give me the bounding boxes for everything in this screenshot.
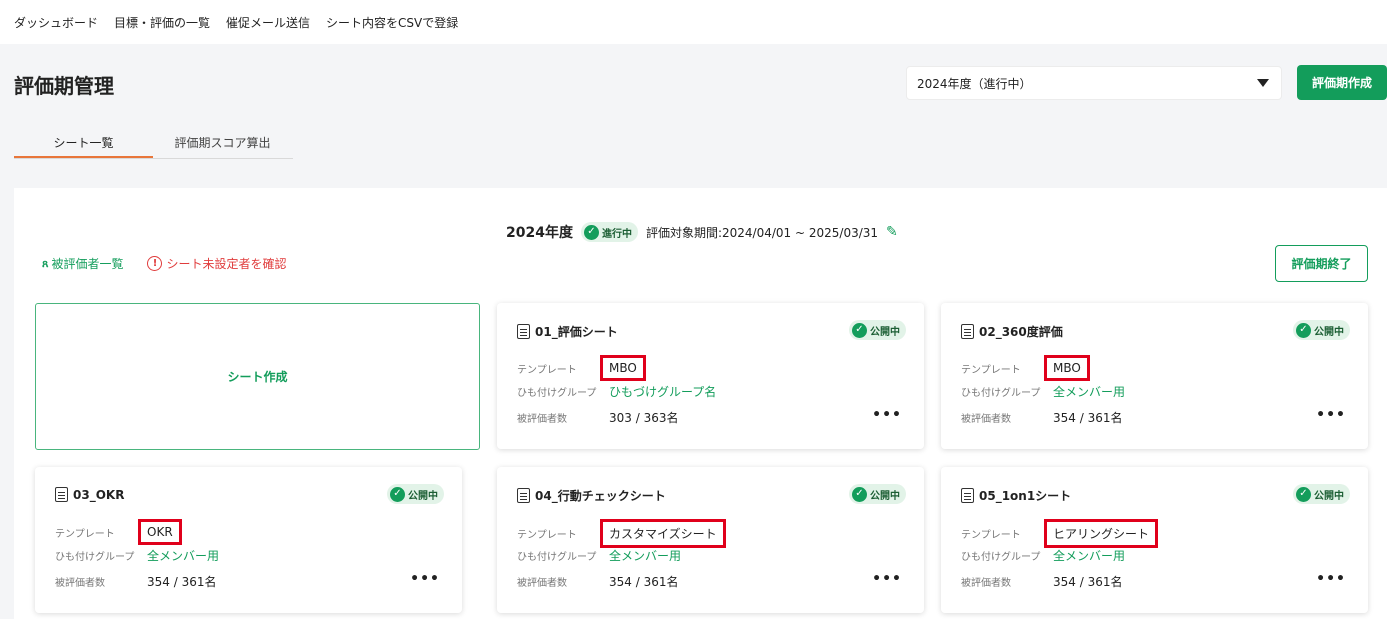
group-link[interactable]: 全メンバー用 — [609, 547, 681, 564]
template-row: テンプレート OKR — [55, 519, 182, 545]
group-link[interactable]: ひもづけグループ名 — [609, 383, 716, 400]
group-link[interactable]: 全メンバー用 — [1053, 547, 1125, 564]
create-sheet-button[interactable]: シート作成 — [35, 303, 480, 450]
document-icon — [517, 488, 530, 503]
nav-csv-import[interactable]: シート内容をCSVで登録 — [326, 14, 458, 31]
caret-down-icon — [1257, 79, 1269, 87]
check-circle-icon: ✓ — [852, 486, 867, 502]
sheet-card[interactable]: 05_1on1シート ✓ 公開中 テンプレート ヒアリングシート ひも付けグルー… — [941, 467, 1368, 613]
more-icon[interactable]: ••• — [872, 571, 902, 587]
period-select-value: 2024年度（進行中） — [917, 76, 1032, 91]
group-row: ひも付けグループ 全メンバー用 — [961, 547, 1126, 564]
count-row: 被評価者数 354 / 361名 — [55, 575, 217, 589]
template-value: ヒアリングシート — [1044, 519, 1159, 548]
card-title: 02_360度評価 — [961, 323, 1063, 340]
evaluatee-list-link[interactable]: ጸ 被評価者一覧 — [42, 255, 123, 272]
group-link[interactable]: 全メンバー用 — [147, 547, 219, 564]
template-value: OKR — [138, 519, 182, 545]
sheet-card[interactable]: 02_360度評価 ✓ 公開中 テンプレート MBO ひも付けグループ 全メンバ… — [941, 303, 1368, 449]
nav-dashboard[interactable]: ダッシュボード — [14, 14, 98, 31]
count-row: 被評価者数 354 / 361名 — [961, 575, 1123, 589]
more-icon[interactable]: ••• — [1316, 407, 1346, 423]
sheet-card[interactable]: 03_OKR ✓ 公開中 テンプレート OKR ひも付けグループ 全メンバー用 … — [35, 467, 462, 613]
group-row: ひも付けグループ 全メンバー用 — [55, 547, 220, 564]
tabs: シート一覧 評価期スコア算出 — [14, 129, 293, 159]
more-icon[interactable]: ••• — [872, 407, 902, 423]
create-period-button[interactable]: 評価期作成 — [1297, 65, 1387, 100]
count-value: 354 / 361名 — [1053, 411, 1123, 425]
count-value: 354 / 361名 — [1053, 575, 1123, 589]
document-icon — [961, 324, 974, 339]
group-row: ひも付けグループ 全メンバー用 — [961, 383, 1126, 400]
panel-links: ጸ 被評価者一覧 ! シート未設定者を確認 — [42, 255, 286, 272]
page-title: 評価期管理 — [14, 74, 114, 98]
period-range: 評価対象期間:2024/04/01 ~ 2025/03/31 — [645, 225, 879, 240]
pencil-icon[interactable]: ✎ — [886, 224, 898, 240]
count-value: 303 / 363名 — [609, 411, 679, 425]
template-value: MBO — [600, 355, 646, 381]
document-icon — [55, 487, 68, 502]
card-title: 05_1on1シート — [961, 487, 1071, 504]
group-link[interactable]: 全メンバー用 — [1053, 383, 1125, 400]
card-title: 04_行動チェックシート — [517, 487, 666, 504]
template-row: テンプレート カスタマイズシート — [517, 519, 726, 548]
template-value: MBO — [1044, 355, 1090, 381]
top-nav: ダッシュボード 目標・評価の一覧 催促メール送信 シート内容をCSVで登録 — [0, 0, 1387, 44]
group-row: ひも付けグループ 全メンバー用 — [517, 547, 682, 564]
more-icon[interactable]: ••• — [1316, 571, 1346, 587]
card-title: 03_OKR — [55, 487, 124, 502]
check-circle-icon: ✓ — [583, 224, 599, 240]
warning-icon: ! — [147, 256, 163, 271]
status-badge: ✓ 公開中 — [849, 320, 906, 340]
check-circle-icon: ✓ — [390, 486, 405, 502]
users-icon: ጸ — [42, 256, 49, 270]
count-value: 354 / 361名 — [147, 575, 217, 589]
card-title: 01_評価シート — [517, 323, 618, 340]
template-row: テンプレート MBO — [517, 355, 646, 381]
period-info: 2024年度 ✓ 進行中 評価対象期間:2024/04/01 ~ 2025/03… — [506, 222, 898, 242]
check-circle-icon: ✓ — [852, 322, 867, 338]
count-row: 被評価者数 303 / 363名 — [517, 411, 679, 425]
tab-sheet-list[interactable]: シート一覧 — [14, 129, 153, 158]
count-row: 被評価者数 354 / 361名 — [517, 575, 679, 589]
unassigned-check-link[interactable]: ! シート未設定者を確認 — [147, 255, 286, 272]
template-row: テンプレート ヒアリングシート — [961, 519, 1159, 548]
sheet-card[interactable]: 01_評価シート ✓ 公開中 テンプレート MBO ひも付けグループ ひもづけグ… — [497, 303, 924, 449]
count-row: 被評価者数 354 / 361名 — [961, 411, 1123, 425]
nav-goals-list[interactable]: 目標・評価の一覧 — [114, 14, 210, 31]
check-circle-icon: ✓ — [1296, 322, 1311, 338]
count-value: 354 / 361名 — [609, 575, 679, 589]
check-circle-icon: ✓ — [1296, 486, 1311, 502]
template-row: テンプレート MBO — [961, 355, 1090, 381]
document-icon — [961, 488, 974, 503]
end-period-button[interactable]: 評価期終了 — [1275, 245, 1368, 282]
status-badge: ✓ 公開中 — [387, 484, 444, 504]
status-badge: ✓ 公開中 — [1293, 320, 1350, 340]
template-value: カスタマイズシート — [600, 519, 726, 548]
period-select[interactable]: 2024年度（進行中） — [906, 66, 1282, 100]
sheet-card[interactable]: 04_行動チェックシート ✓ 公開中 テンプレート カスタマイズシート ひも付け… — [497, 467, 924, 613]
tab-score-calc[interactable]: 評価期スコア算出 — [153, 129, 292, 158]
document-icon — [517, 324, 530, 339]
more-icon[interactable]: ••• — [410, 571, 440, 587]
group-row: ひも付けグループ ひもづけグループ名 — [517, 383, 717, 400]
nav-reminder-mail[interactable]: 催促メール送信 — [226, 14, 310, 31]
status-badge: ✓ 公開中 — [849, 484, 906, 504]
status-badge: ✓ 進行中 — [580, 222, 638, 242]
period-year: 2024年度 — [506, 225, 573, 241]
status-badge: ✓ 公開中 — [1293, 484, 1350, 504]
